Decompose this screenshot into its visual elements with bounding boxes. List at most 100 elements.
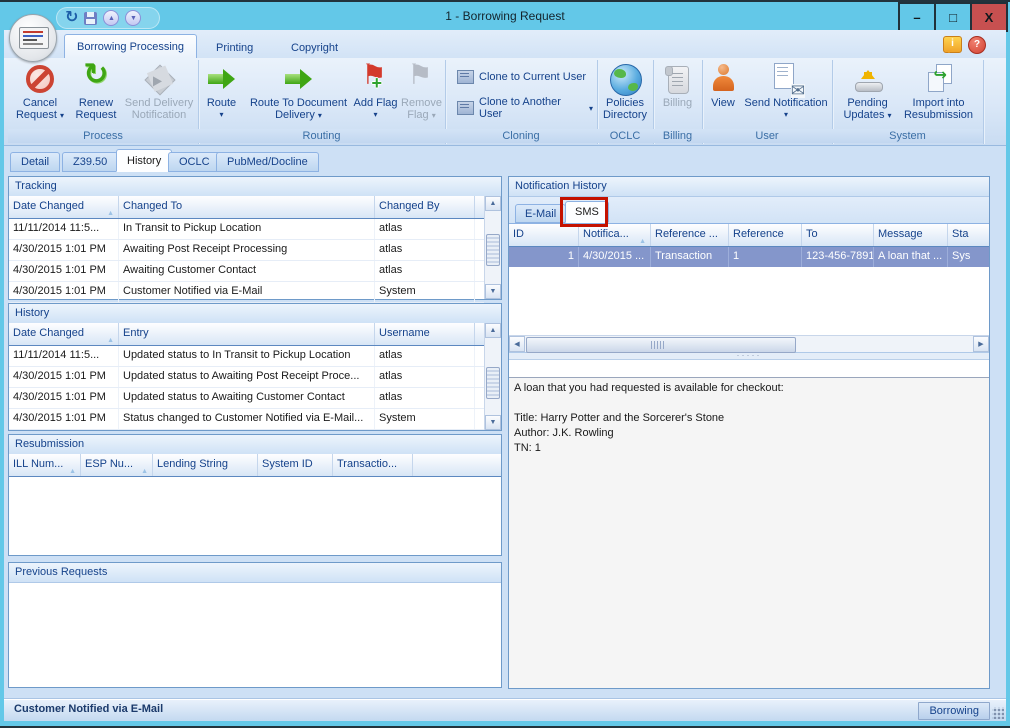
group-caption-cloning: Cloning: [445, 129, 597, 143]
table-row[interactable]: 11/11/2014 11:5... In Transit to Pickup …: [9, 219, 484, 240]
scrollbar-thumb[interactable]: [486, 234, 500, 266]
vertical-scrollbar[interactable]: ▲ ▼: [484, 196, 501, 299]
table-row[interactable]: 4/30/2015 1:01 PM Awaiting Post Receipt …: [9, 240, 484, 261]
minimize-button[interactable]: –: [898, 2, 936, 32]
splitter-handle[interactable]: ·····: [509, 353, 989, 360]
tab-history[interactable]: History: [116, 149, 172, 172]
delivery-burst-icon: [144, 64, 175, 95]
add-flag-button[interactable]: ⚑+ Add Flag ▾: [353, 60, 399, 129]
tab-email[interactable]: E-Mail: [515, 204, 566, 223]
pending-updates-icon: [854, 63, 882, 95]
notice-balloon-icon[interactable]: i: [943, 36, 962, 53]
scrollbar-thumb[interactable]: [486, 367, 500, 399]
renew-request-button[interactable]: ↻ Renew Request: [70, 60, 122, 129]
button-label: Delivery ▾: [275, 109, 322, 122]
clone-to-current-user-button[interactable]: Clone to Current User: [453, 68, 590, 86]
scrollbar-thumb[interactable]: [526, 337, 796, 353]
button-label: Import into: [913, 97, 965, 109]
ribbon-tab-row: Borrowing Processing Printing Copyright …: [4, 30, 1006, 58]
tab-borrowing-processing[interactable]: Borrowing Processing: [64, 34, 197, 58]
column-header[interactable]: To: [802, 224, 874, 246]
table-row[interactable]: 4/30/2015 1:01 PM Updated status to Awai…: [9, 367, 484, 388]
column-header[interactable]: Message: [874, 224, 948, 246]
resubmission-panel-title: Resubmission: [9, 435, 501, 455]
column-header[interactable]: Date Changed▲: [9, 323, 119, 345]
ribbon-group-user: View ✉ Send Notification ▾ User: [702, 60, 833, 144]
tab-copyright[interactable]: Copyright: [279, 37, 350, 58]
button-label: Notification: [132, 109, 186, 121]
column-header[interactable]: ILL Num...▲: [9, 454, 81, 476]
column-header[interactable]: Reference ...: [651, 224, 729, 246]
column-header[interactable]: Transactio...: [333, 454, 413, 476]
scroll-down-button[interactable]: ▼: [485, 284, 501, 299]
dropdown-arrow-icon: ▾: [318, 111, 322, 120]
scroll-left-button[interactable]: ◀: [509, 336, 525, 352]
billing-scroll-icon: [668, 66, 689, 94]
column-header[interactable]: Changed By: [375, 196, 475, 218]
table-row[interactable]: 4/30/2015 1:01 PM Customer Notified via …: [9, 282, 484, 303]
sort-asc-icon: ▲: [107, 203, 114, 218]
remove-flag-icon: ⚑: [408, 59, 433, 91]
maximize-button[interactable]: □: [934, 2, 972, 32]
column-header[interactable]: Username: [375, 323, 475, 345]
table-row[interactable]: 4/30/2015 1:01 PM Awaiting Customer Cont…: [9, 261, 484, 282]
tab-z3950[interactable]: Z39.50: [62, 152, 118, 172]
horizontal-scrollbar[interactable]: ◀ ▶: [509, 335, 989, 352]
view-user-button[interactable]: View: [704, 60, 742, 129]
column-header[interactable]: Reference: [729, 224, 802, 246]
dropdown-arrow-icon: ▾: [888, 111, 892, 120]
resize-grip[interactable]: [992, 707, 1004, 719]
dropdown-arrow-icon: ▾: [219, 109, 223, 121]
scroll-up-button[interactable]: ▲: [485, 196, 501, 211]
table-row[interactable]: 4/30/2015 1:01 PM Status changed to Cust…: [9, 409, 484, 430]
send-notification-button[interactable]: ✉ Send Notification ▾: [742, 60, 830, 129]
tab-pubmed-docline[interactable]: PubMed/Docline: [216, 152, 319, 172]
button-label: Cancel: [23, 97, 57, 109]
column-header[interactable]: Date Changed▲: [9, 196, 119, 218]
group-caption-billing: Billing: [653, 129, 702, 143]
column-header[interactable]: ESP Nu...▲: [81, 454, 153, 476]
tab-printing[interactable]: Printing: [204, 37, 265, 58]
document-tab-strip: Detail Z39.50 History OCLC PubMed/Doclin…: [4, 146, 1006, 172]
button-label: Route: [207, 97, 236, 109]
titlebar: ↻ ▲ ▼ 1 - Borrowing Request – □ X: [0, 2, 1010, 30]
ribbon-group-system: Pending Updates ▾ ↪ Import into Resubmis…: [832, 60, 984, 144]
table-row[interactable]: 11/11/2014 11:5... Updated status to In …: [9, 346, 484, 367]
tab-oclc[interactable]: OCLC: [168, 152, 221, 172]
table-row[interactable]: 4/30/2015 1:01 PM Updated status to Awai…: [9, 388, 484, 409]
scroll-down-button[interactable]: ▼: [485, 415, 501, 430]
application-menu-button[interactable]: [9, 14, 57, 62]
tracking-panel: Tracking Date Changed▲ Changed To Change…: [8, 176, 502, 300]
close-button[interactable]: X: [970, 2, 1008, 32]
column-header[interactable]: Lending String: [153, 454, 258, 476]
pending-updates-button[interactable]: Pending Updates ▾: [837, 60, 899, 129]
route-button[interactable]: Route ▾: [199, 60, 245, 129]
column-header[interactable]: Changed To: [119, 196, 375, 218]
cancel-request-button[interactable]: Cancel Request ▾: [10, 60, 70, 129]
person-icon: [711, 63, 735, 93]
button-label: Resubmission: [904, 109, 973, 121]
column-header[interactable]: ID: [509, 224, 579, 246]
ribbon: Cancel Request ▾ ↻ Renew Request Send De…: [4, 58, 1006, 146]
column-header[interactable]: System ID: [258, 454, 333, 476]
route-to-document-delivery-button[interactable]: Route To Document Delivery ▾: [245, 60, 353, 129]
clone-to-another-user-button[interactable]: Clone to Another User ▾: [453, 94, 597, 122]
statusbar: Customer Notified via E-Mail Borrowing: [4, 699, 1006, 721]
column-header[interactable]: Notifica...▲: [579, 224, 651, 246]
envelope-icon: ✉: [791, 84, 805, 98]
column-header[interactable]: Entry: [119, 323, 375, 345]
policies-directory-button[interactable]: Policies Directory: [599, 60, 651, 129]
column-header-filler: [413, 454, 501, 476]
import-into-resubmission-button[interactable]: ↪ Import into Resubmission: [899, 60, 979, 129]
scroll-up-button[interactable]: ▲: [485, 323, 501, 338]
ribbon-group-oclc: Policies Directory OCLC: [597, 60, 654, 144]
sms-row-selected[interactable]: 1 4/30/2015 ... Transaction 1 123-456-78…: [509, 247, 989, 267]
dropdown-arrow-icon: ▾: [432, 111, 436, 120]
vertical-scrollbar[interactable]: ▲ ▼: [484, 323, 501, 430]
tracking-panel-title: Tracking: [9, 177, 501, 197]
button-label: View: [711, 97, 735, 109]
help-icon[interactable]: ?: [968, 36, 986, 54]
column-header[interactable]: Sta: [948, 224, 989, 246]
tab-detail[interactable]: Detail: [10, 152, 60, 172]
scroll-right-button[interactable]: ▶: [973, 336, 989, 352]
